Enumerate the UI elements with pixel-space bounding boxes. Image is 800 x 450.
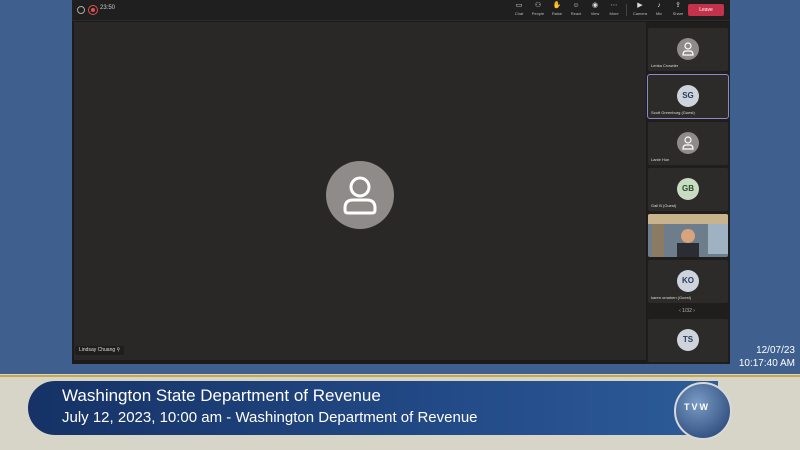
share-icon: ⇪ xyxy=(675,2,681,9)
more-button[interactable]: ⋯ More xyxy=(604,2,624,19)
camera-icon: ▶ xyxy=(637,2,643,9)
avatar: GB xyxy=(677,178,699,200)
participant-tile[interactable]: Lenka Crowder xyxy=(648,28,728,71)
view-button[interactable]: ◉ View xyxy=(585,2,605,19)
participant-tile[interactable]: KO karen omahen (Guest) xyxy=(648,260,728,303)
participant-video xyxy=(648,214,728,257)
program-subtitle: July 12, 2023, 10:00 am - Washington Dep… xyxy=(62,409,478,426)
broadcast-time: 10:17:40 AM xyxy=(738,358,795,369)
raise-hand-icon: ✋ xyxy=(552,2,562,9)
toolbar-divider xyxy=(626,4,627,16)
meeting-timer: 23:50 xyxy=(100,5,116,11)
logo-text: TVW xyxy=(684,402,710,412)
more-icon: ⋯ xyxy=(610,2,618,9)
recording-indicator-icon xyxy=(77,6,85,14)
avatar: SG xyxy=(677,85,699,107)
person-icon xyxy=(682,136,694,150)
broadcast-timestamp: 12/07/23 10:17:40 AM xyxy=(739,344,795,370)
participant-tile[interactable]: SG Scott Greenburg (Guest) xyxy=(647,74,729,119)
broadcast-date: 12/07/23 xyxy=(756,345,795,356)
person-icon xyxy=(682,42,694,56)
live-indicator-icon xyxy=(88,5,98,15)
react-icon: ☺ xyxy=(572,2,580,9)
avatar xyxy=(677,38,699,60)
chevron-left-icon[interactable]: ‹ xyxy=(679,308,681,314)
raise-hand-button[interactable]: ✋ Raise xyxy=(547,2,567,19)
mic-icon: ♪ xyxy=(657,2,661,9)
people-icon: ⚇ xyxy=(534,2,542,9)
mic-muted-icon: ⚲ xyxy=(116,347,121,353)
speaker-name-tag: Lindsay Chuang ⚲ xyxy=(75,346,125,355)
participant-name: karen omahen (Guest) xyxy=(651,295,692,300)
participant-tile[interactable]: GB Gail B (Guest) xyxy=(648,168,728,211)
leave-button[interactable]: Leave xyxy=(688,4,724,16)
participant-gallery: Lenka Crowder SG Scott Greenburg (Guest)… xyxy=(647,22,730,364)
gallery-pager[interactable]: ‹ 1/32 › xyxy=(647,308,727,314)
teams-window: 23:50 ▭ Chat ⚇ People ✋ Raise ☺ React ◉ … xyxy=(72,0,730,364)
participant-tile[interactable]: TS xyxy=(648,319,728,362)
participant-name: Lanie Hun xyxy=(651,157,670,162)
chat-button[interactable]: ▭ Chat xyxy=(509,2,529,19)
speaker-avatar xyxy=(326,161,394,229)
react-button[interactable]: ☺ React xyxy=(566,2,586,19)
participant-name: Lenka Crowder xyxy=(651,63,679,68)
avatar: KO xyxy=(677,270,699,292)
chevron-right-icon[interactable]: › xyxy=(693,308,695,314)
participant-name: Scott Greenburg (Guest) xyxy=(651,110,695,115)
avatar xyxy=(677,132,699,154)
participant-tile[interactable]: Lanie Hun xyxy=(648,122,728,165)
person-icon xyxy=(343,176,377,215)
avatar: TS xyxy=(677,329,699,351)
divider xyxy=(0,375,800,377)
program-title: Washington State Department of Revenue xyxy=(62,386,381,405)
chat-icon: ▭ xyxy=(515,2,523,9)
participant-video-tile[interactable] xyxy=(648,214,728,257)
participant-name: Gail B (Guest) xyxy=(651,203,677,208)
view-icon: ◉ xyxy=(591,2,599,9)
meeting-toolbar: 23:50 ▭ Chat ⚇ People ✋ Raise ☺ React ◉ … xyxy=(72,0,730,21)
main-video-stage xyxy=(74,22,646,360)
mic-button[interactable]: ♪ Mic xyxy=(649,2,669,19)
camera-button[interactable]: ▶ Camera xyxy=(630,2,650,19)
people-button[interactable]: ⚇ People xyxy=(528,2,548,19)
share-button[interactable]: ⇪ Share xyxy=(668,2,688,19)
